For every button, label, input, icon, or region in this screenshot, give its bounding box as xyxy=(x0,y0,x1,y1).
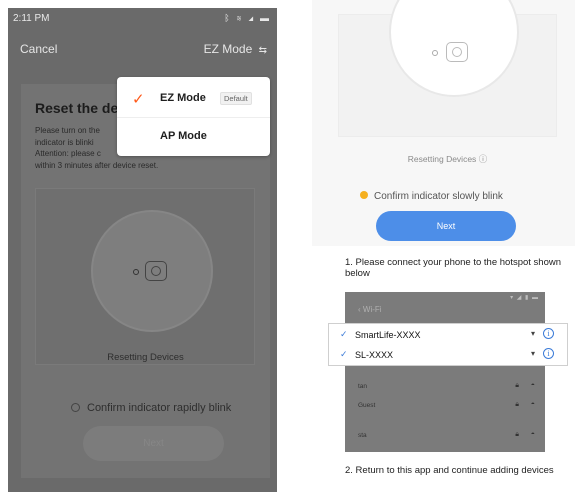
wifi-title: ‹ Wi-Fi xyxy=(358,305,382,314)
status-bar: 2:11 PM ᛒ ≋ ◢ ▬ xyxy=(8,8,277,30)
wifi-signal-icon: ▾ xyxy=(531,349,536,358)
wifi-network-row[interactable]: tan 🔒︎ ◓ xyxy=(345,379,545,397)
wifi-signal-icon: ◓ xyxy=(530,401,535,408)
reset-button-icon xyxy=(446,42,468,62)
hotspot-row[interactable]: ✓ SL-XXXX ▾ i xyxy=(329,345,569,366)
device-illustration xyxy=(338,0,557,137)
status-icons: ᛒ ≋ ◢ ▬ xyxy=(224,13,271,23)
wifi-signal-icon: ◓ xyxy=(530,431,535,438)
instruction-canvas: 2:11 PM ᛒ ≋ ◢ ▬ Cancel EZ Mode ⇆ Reset t… xyxy=(0,0,575,499)
checked-icon xyxy=(360,191,368,199)
default-badge: Default xyxy=(220,92,252,105)
wifi-network-row[interactable]: sta 🔒︎ ◓ xyxy=(345,428,545,446)
device-image xyxy=(91,210,213,332)
info-icon[interactable]: ⓘ xyxy=(479,154,488,164)
next-button[interactable]: Next xyxy=(83,426,224,461)
mode-option-ap[interactable]: AP Mode xyxy=(117,118,270,156)
mode-option-label: EZ Mode xyxy=(160,92,206,104)
wifi-signal-icon: ◓ xyxy=(530,382,535,389)
device-illustration xyxy=(35,188,255,365)
indicator-light-icon xyxy=(133,269,139,275)
hotspot-name: SL-XXXX xyxy=(355,350,394,360)
network-name: Guest xyxy=(358,402,376,409)
indicator-light-icon xyxy=(432,50,438,56)
resetting-caption: Resetting Devices ⓘ xyxy=(338,153,557,165)
info-icon[interactable]: i xyxy=(543,328,554,339)
mode-selector-label: EZ Mode xyxy=(203,42,253,56)
confirm-checkbox[interactable]: Confirm indicator rapidly blink xyxy=(71,402,231,414)
ap-mode-screen: Resetting Devices ⓘ Confirm indicator sl… xyxy=(312,0,575,246)
check-icon: ✓ xyxy=(340,349,348,359)
hotspot-list-callout: ✓ SmartLife-XXXX ▾ i ✓ SL-XXXX ▾ i xyxy=(328,323,568,366)
wifi-settings-screen: ▾ ◢ ▮ ▬ ‹ Wi-Fi tan 🔒︎ ◓ Guest 🔒︎ ◓ sta … xyxy=(345,292,545,452)
wifi-network-row[interactable]: Guest 🔒︎ ◓ xyxy=(345,398,545,416)
confirm-label: Confirm indicator rapidly blink xyxy=(87,402,232,414)
resetting-label: Resetting Devices xyxy=(407,154,477,164)
mode-option-label: AP Mode xyxy=(160,130,207,142)
resetting-caption: Resetting Devices xyxy=(107,352,184,363)
check-icon: ✓ xyxy=(132,91,145,108)
mode-selector[interactable]: EZ Mode ⇆ xyxy=(204,42,267,56)
radio-icon xyxy=(71,403,80,412)
status-bar: ▾ ◢ ▮ ▬ xyxy=(345,292,545,302)
confirm-checkbox[interactable]: Confirm indicator slowly blink xyxy=(360,191,503,202)
lock-icon: 🔒︎ xyxy=(515,431,519,438)
network-name: tan xyxy=(358,383,368,390)
instruction-line: within 3 minutes after device reset. xyxy=(35,160,159,170)
wifi-signal-icon: ▾ xyxy=(531,329,536,338)
check-icon: ✓ xyxy=(340,329,348,339)
info-icon[interactable]: i xyxy=(543,348,554,359)
lock-icon: 🔒︎ xyxy=(515,382,519,389)
hotspot-name: SmartLife-XXXX xyxy=(355,330,421,340)
device-image xyxy=(389,0,519,97)
cancel-button[interactable]: Cancel xyxy=(20,42,57,56)
page-title: Reset the de xyxy=(35,100,119,116)
status-icons: ▾ ◢ ▮ ▬ xyxy=(510,295,539,301)
step-1-text: 1. Please connect your phone to the hots… xyxy=(345,257,562,279)
switch-icon: ⇆ xyxy=(258,45,267,56)
mode-option-ez[interactable]: ✓ EZ Mode Default xyxy=(117,80,270,118)
network-name: sta xyxy=(358,432,367,439)
nav-bar: Cancel EZ Mode ⇆ xyxy=(8,38,277,62)
step-2-text: 2. Return to this app and continue addin… xyxy=(345,465,554,476)
confirm-label: Confirm indicator slowly blink xyxy=(374,191,503,202)
lock-icon: 🔒︎ xyxy=(515,401,519,408)
mode-dropdown: ✓ EZ Mode Default AP Mode xyxy=(117,77,270,156)
hotspot-row[interactable]: ✓ SmartLife-XXXX ▾ i xyxy=(329,325,569,346)
reset-button-icon xyxy=(145,261,167,281)
next-button[interactable]: Next xyxy=(376,211,516,241)
status-time: 2:11 PM xyxy=(13,13,50,24)
